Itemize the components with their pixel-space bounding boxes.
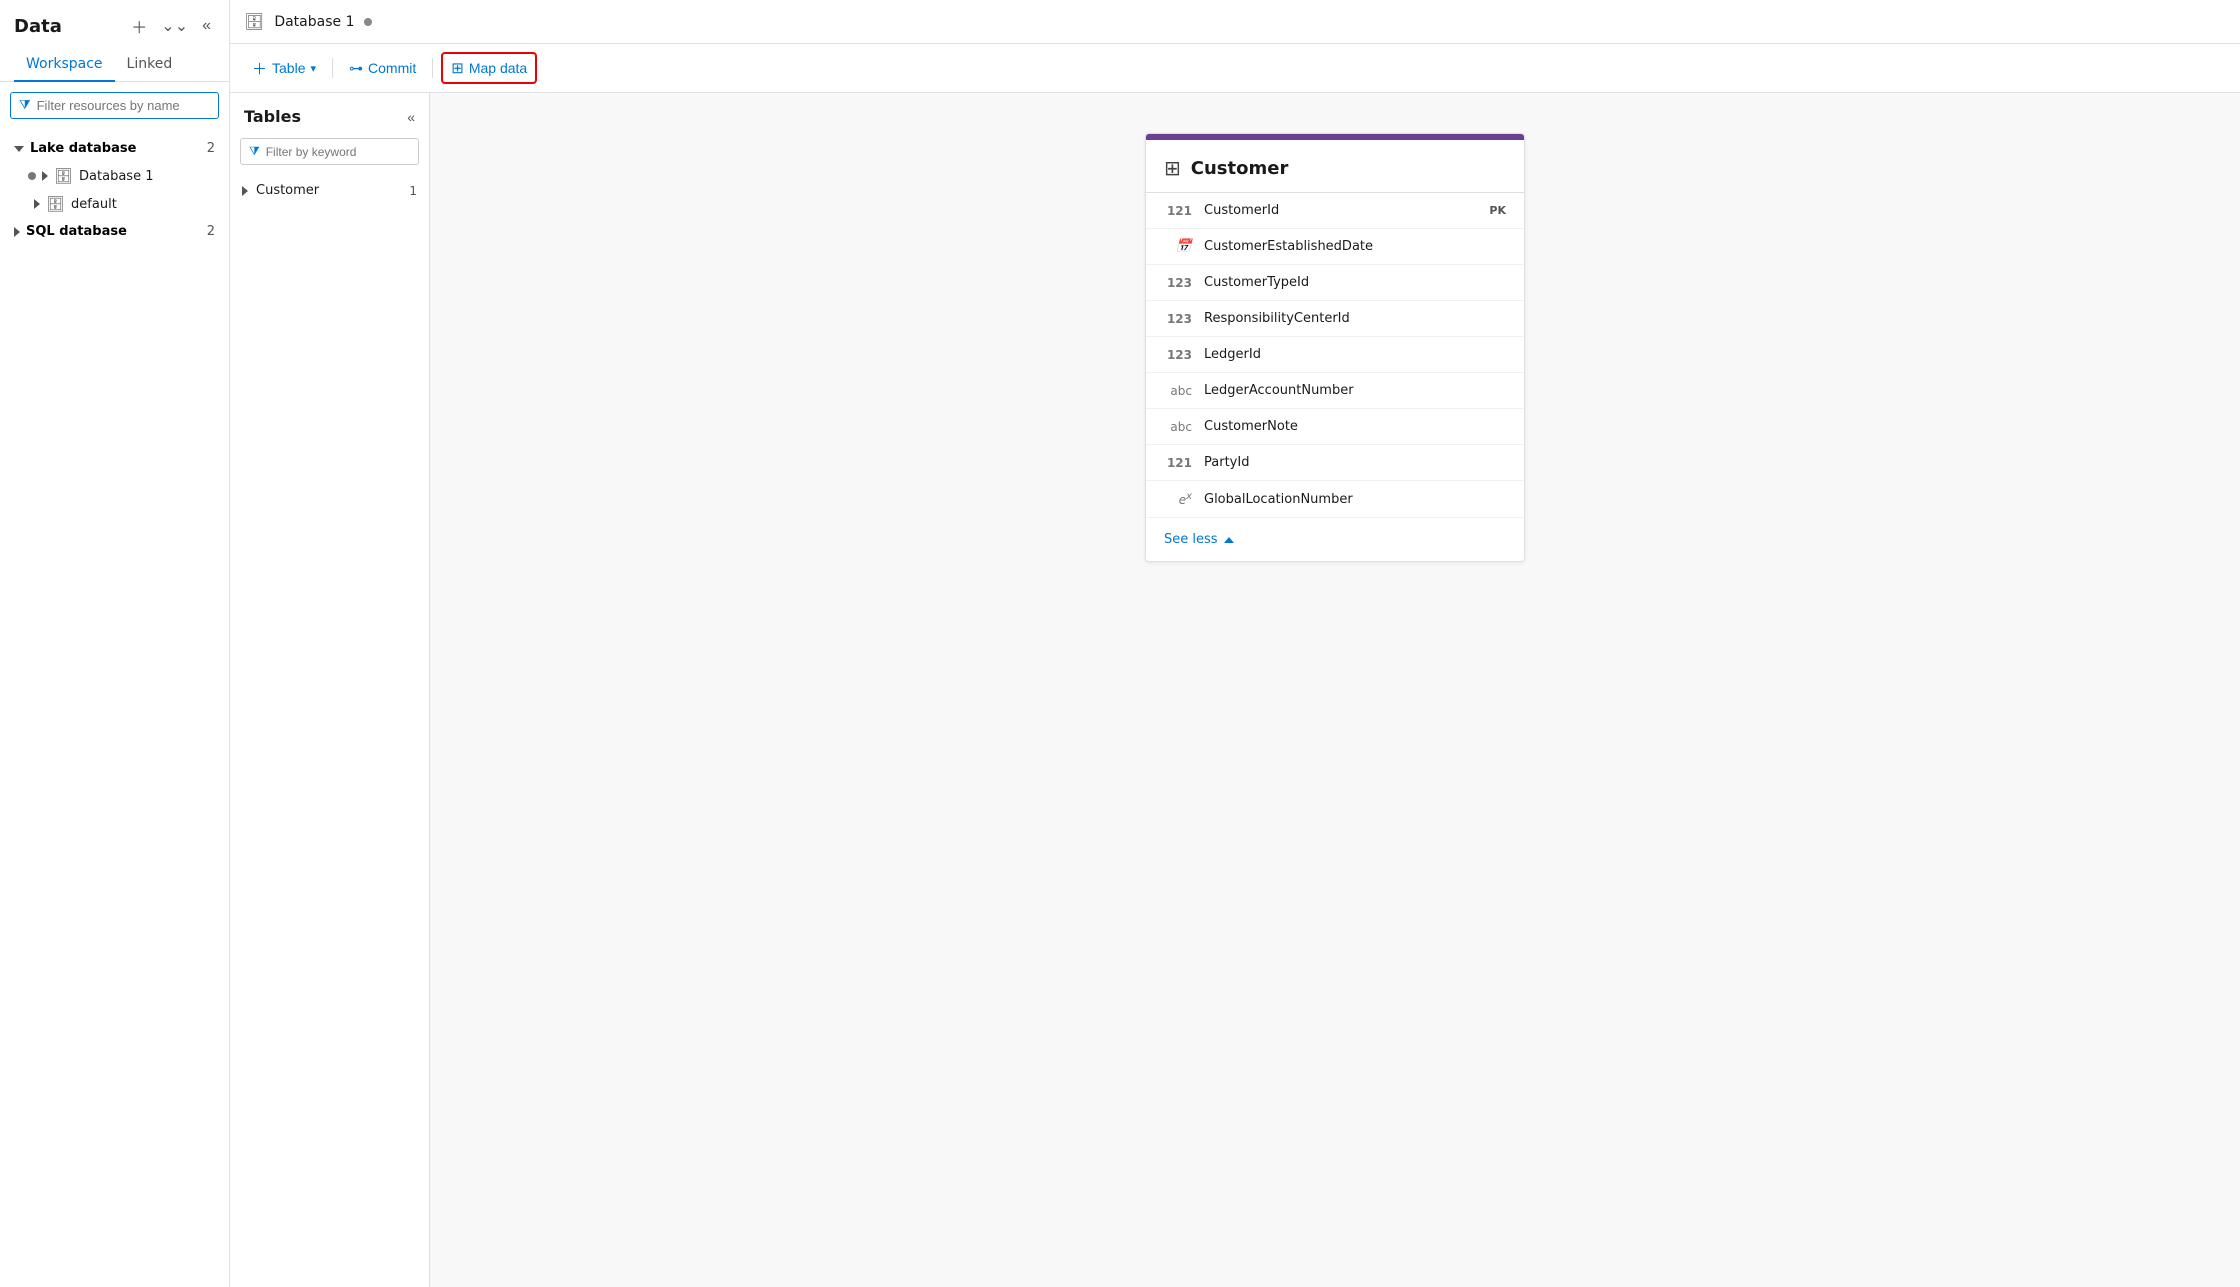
sql-database-chevron	[14, 227, 20, 237]
lake-database-group-header[interactable]: Lake database 2	[0, 135, 229, 162]
see-less-button[interactable]: See less	[1146, 518, 1524, 561]
tables-filter-input[interactable]	[266, 145, 410, 159]
main-content: 🗄 Database 1 ＋ Table ▾ ⊶ Commit ⊞ Map da…	[230, 0, 2240, 1287]
tab-linked[interactable]: Linked	[115, 48, 185, 82]
table-button[interactable]: ＋ Table ▾	[244, 53, 324, 84]
customer-table-chevron	[242, 186, 248, 196]
database1-label: Database 1	[79, 169, 153, 184]
database1-dot	[28, 172, 36, 180]
default-chevron	[34, 199, 40, 209]
sql-database-count: 2	[207, 224, 215, 239]
tables-header: Tables «	[230, 93, 429, 134]
tables-filter-icon: ⧩	[249, 144, 260, 159]
tree-section: Lake database 2 🗄 Database 1 🗄 default	[0, 129, 229, 1287]
sql-database-label-group: SQL database	[14, 224, 127, 239]
tables-filter-box: ⧩	[240, 138, 419, 165]
sidebar: Data ＋ ⌄⌄ « Workspace Linked ⧩ Lake data…	[0, 0, 230, 1287]
customer-card-title: Customer	[1191, 158, 1289, 179]
tables-title: Tables	[244, 107, 301, 126]
responsibilityid-field-name: ResponsibilityCenterId	[1204, 311, 1506, 326]
add-button[interactable]: ＋	[127, 12, 151, 40]
field-row-partyid: 121 PartyId	[1146, 445, 1524, 481]
map-data-label: Map data	[469, 60, 527, 76]
customer-card: ⊞ Customer 121 CustomerId PK 📅 CustomerE…	[1145, 133, 1525, 562]
customertypeid-field-name: CustomerTypeId	[1204, 275, 1506, 290]
db-tab-dot	[364, 18, 372, 26]
customerdate-field-name: CustomerEstablishedDate	[1204, 239, 1506, 254]
ledgeraccountnumber-field-name: LedgerAccountNumber	[1204, 383, 1506, 398]
filter-box: ⧩	[10, 92, 219, 119]
partyid-field-name: PartyId	[1204, 455, 1506, 470]
commit-icon: ⊶	[349, 60, 363, 77]
customer-card-table-icon: ⊞	[1164, 156, 1181, 180]
globallocation-field-name: GlobalLocationNumber	[1204, 492, 1506, 507]
sidebar-header-actions: ＋ ⌄⌄ «	[127, 12, 215, 40]
sql-database-group-header[interactable]: SQL database 2	[0, 218, 229, 245]
field-row-responsibilitycenterid: 123 ResponsibilityCenterId	[1146, 301, 1524, 337]
customer-table-name: Customer	[256, 183, 401, 198]
expand-all-button[interactable]: ⌄⌄	[157, 14, 192, 38]
lake-database-label-group: Lake database	[14, 141, 136, 156]
sidebar-header: Data ＋ ⌄⌄ «	[0, 0, 229, 48]
field-row-customertypeid: 123 CustomerTypeId	[1146, 265, 1524, 301]
database1-chevron	[42, 171, 48, 181]
right-panel: ⊞ Customer 121 CustomerId PK 📅 CustomerE…	[430, 93, 2240, 1287]
filter-input[interactable]	[37, 98, 210, 113]
db-tab-icon: 🗄	[244, 12, 264, 31]
field-row-customerestablisheddate: 📅 CustomerEstablishedDate	[1146, 229, 1524, 265]
field-row-globallocationnumber: ex GlobalLocationNumber	[1146, 481, 1524, 518]
customernote-field-name: CustomerNote	[1204, 419, 1506, 434]
see-less-chevron-up-icon	[1224, 537, 1234, 543]
customernote-type-icon: abc	[1164, 420, 1192, 434]
commit-label: Commit	[368, 60, 416, 76]
collapse-sidebar-button[interactable]: «	[198, 15, 215, 37]
db-tab-name: Database 1	[274, 14, 354, 30]
customerid-badge: PK	[1489, 204, 1506, 217]
toolbar-divider-2	[432, 58, 433, 78]
database1-icon: 🗄	[54, 167, 73, 185]
sidebar-title: Data	[14, 16, 62, 37]
toolbar: ＋ Table ▾ ⊶ Commit ⊞ Map data	[230, 44, 2240, 93]
tables-panel: Tables « ⧩ Customer 1	[230, 93, 430, 1287]
commit-button[interactable]: ⊶ Commit	[341, 55, 424, 82]
map-data-button[interactable]: ⊞ Map data	[441, 52, 537, 84]
responsibilityid-type-icon: 123	[1164, 312, 1192, 326]
customertypeid-type-icon: 123	[1164, 276, 1192, 290]
globallocation-type-icon: ex	[1164, 491, 1192, 507]
db-tab-bar: 🗄 Database 1	[230, 0, 2240, 44]
collapse-tables-button[interactable]: «	[407, 109, 415, 125]
lake-database-label: Lake database	[30, 141, 136, 156]
field-row-ledgerid: 123 LedgerId	[1146, 337, 1524, 373]
database1-item[interactable]: 🗄 Database 1	[0, 162, 229, 190]
see-less-label: See less	[1164, 532, 1218, 547]
table-plus-icon: ＋	[252, 58, 267, 79]
map-data-icon: ⊞	[451, 59, 464, 77]
toolbar-divider-1	[332, 58, 333, 78]
customerdate-type-icon: 📅	[1164, 239, 1192, 254]
partyid-type-icon: 121	[1164, 456, 1192, 470]
ledgerid-type-icon: 123	[1164, 348, 1192, 362]
field-row-ledgeraccountnumber: abc LedgerAccountNumber	[1146, 373, 1524, 409]
table-label: Table	[272, 60, 305, 76]
ledgeraccountnumber-type-icon: abc	[1164, 384, 1192, 398]
lake-database-count: 2	[207, 141, 215, 156]
customerid-type-icon: 121	[1164, 204, 1192, 218]
default-icon: 🗄	[46, 195, 65, 213]
default-item[interactable]: 🗄 default	[0, 190, 229, 218]
customer-table-count: 1	[409, 184, 417, 198]
customerid-field-name: CustomerId	[1204, 203, 1477, 218]
field-row-customernote: abc CustomerNote	[1146, 409, 1524, 445]
panel-layout: Tables « ⧩ Customer 1 ⊞	[230, 93, 2240, 1287]
default-label: default	[71, 197, 117, 212]
sql-database-label: SQL database	[26, 224, 127, 239]
lake-database-chevron	[14, 146, 24, 152]
field-row-customerid: 121 CustomerId PK	[1146, 193, 1524, 229]
customer-table-item[interactable]: Customer 1	[230, 175, 429, 206]
customer-card-header: ⊞ Customer	[1146, 140, 1524, 193]
filter-icon: ⧩	[19, 98, 31, 113]
sidebar-tabs: Workspace Linked	[0, 48, 229, 82]
tab-workspace[interactable]: Workspace	[14, 48, 115, 82]
ledgerid-field-name: LedgerId	[1204, 347, 1506, 362]
table-dropdown-icon: ▾	[310, 62, 316, 75]
